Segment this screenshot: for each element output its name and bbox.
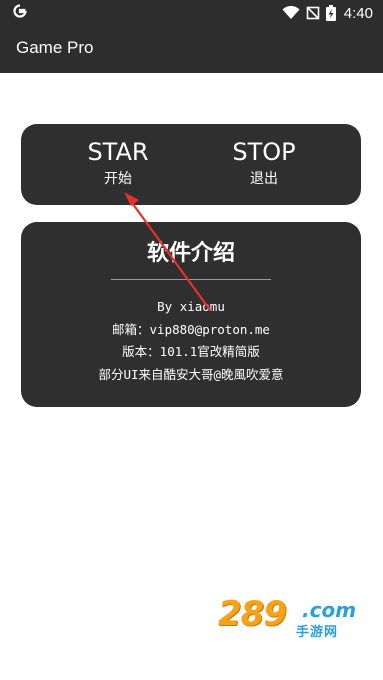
status-bar: 4:40 [0, 0, 383, 26]
app-bar: Game Pro [0, 26, 383, 73]
stop-button-label: STOP [232, 138, 296, 166]
battery-charging-icon [325, 5, 336, 21]
wifi-icon [282, 6, 300, 19]
start-button-sublabel: 开始 [104, 171, 132, 187]
watermark-number: 289 [218, 594, 287, 634]
start-button-label: STAR [87, 138, 149, 166]
info-divider [111, 279, 271, 280]
email-line: 邮箱：vip880@proton.me [112, 321, 270, 337]
status-time: 4:40 [343, 4, 373, 22]
info-lines: By xiaomu 邮箱：vip880@proton.me 版本：101.1官改… [21, 296, 361, 386]
status-icons: 4:40 [282, 0, 373, 26]
info-card: 软件介绍 By xiaomu 邮箱：vip880@proton.me 版本：10… [21, 222, 361, 407]
credits-line: 部分UI来自酷安大哥@晚風吹爱意 [98, 366, 284, 382]
stop-button-sublabel: 退出 [250, 171, 278, 187]
google-g-icon [13, 4, 27, 18]
info-title: 软件介绍 [146, 241, 235, 266]
start-button[interactable]: STAR 开始 [58, 138, 178, 190]
no-sim-icon [306, 6, 320, 20]
control-card: STAR 开始 STOP 退出 [21, 124, 361, 205]
site-watermark: 289 .com 手游网 [218, 594, 363, 642]
watermark-domain: .com [302, 598, 357, 622]
stop-button[interactable]: STOP 退出 [204, 138, 324, 190]
app-title: Game Pro [16, 38, 94, 57]
watermark-site-name: 手游网 [296, 625, 339, 640]
version-line: 版本：101.1官改精简版 [122, 344, 260, 359]
author-line: By xiaomu [157, 299, 225, 314]
app-screen: 4:40 Game Pro STAR 开始 STOP 退出 软件介绍 By xi… [0, 0, 383, 680]
